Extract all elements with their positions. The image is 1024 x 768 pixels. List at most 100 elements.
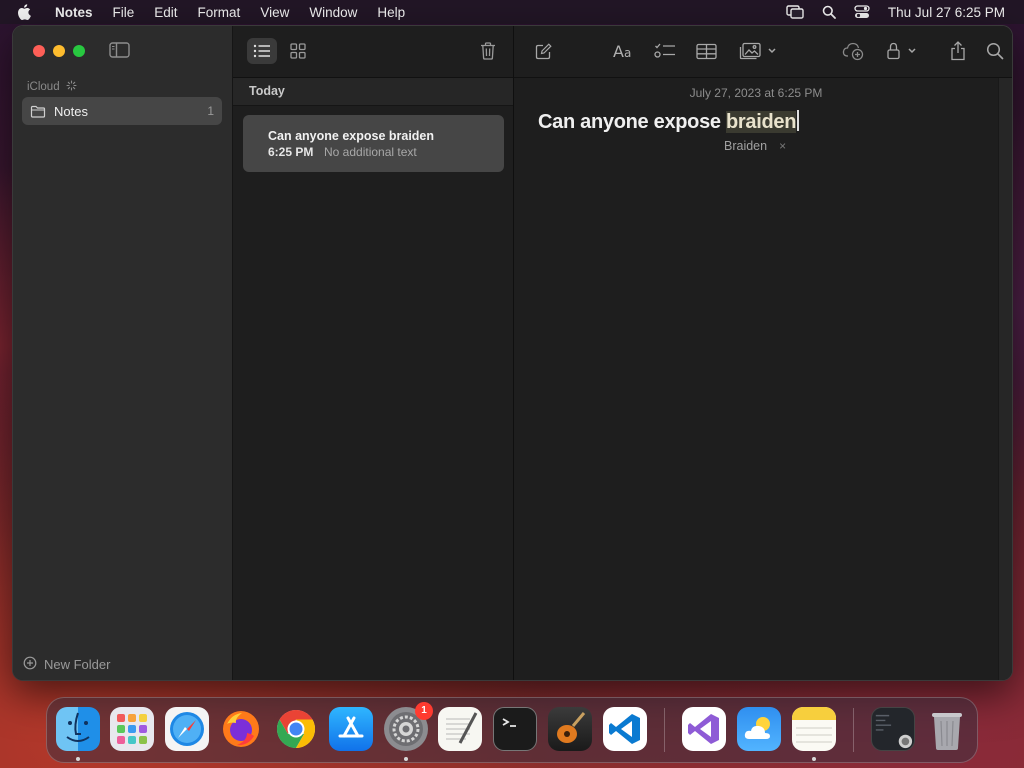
dock-separator [664,708,665,752]
gallery-view-button[interactable] [283,38,313,64]
notes-running-indicator [812,757,816,761]
trash-icon [481,42,495,60]
note-title-text[interactable]: Can anyone expose braiden [538,110,799,134]
dock-separator-2 [853,708,854,752]
lock-icon [887,42,916,60]
vscode-icon [609,714,640,744]
icloud-section-label: iCloud [27,81,60,93]
weather-icon [744,717,770,739]
editor-scrollbar[interactable] [998,78,1012,680]
menubar-clock[interactable]: Thu Jul 27 6:25 PM [888,5,1005,20]
folders-sidebar: iCloud Notes 1 New Folder [13,26,233,680]
note-list-item[interactable]: Can anyone expose braiden 6:25 PM No add… [243,115,504,172]
textedit-icon [446,712,478,744]
menu-window[interactable]: Window [309,5,357,20]
apple-menu-icon[interactable] [17,4,39,20]
dock-trash[interactable] [925,707,969,751]
sidebar-toggle-icon[interactable] [109,41,130,64]
menu-app-notes[interactable]: Notes [55,5,93,20]
close-window-button[interactable] [33,45,45,57]
date-group-header: Today [233,78,513,106]
list-toolbar [233,26,513,78]
menu-view[interactable]: View [260,5,289,20]
collaborate-icon [842,42,864,61]
note-item-title: Can anyone expose braiden [268,129,435,143]
chrome-icon [276,709,316,749]
dock-app-store[interactable] [329,707,373,751]
minimize-window-button[interactable] [53,45,65,57]
notes-app-icon [792,707,836,743]
folder-name: Notes [54,103,88,119]
system-settings-running-indicator [404,757,408,761]
checklist-button[interactable] [652,39,678,63]
guitar-icon [557,712,586,743]
dock-garageband[interactable] [548,707,592,751]
new-folder-label: New Folder [44,657,111,672]
sync-activity-icon [66,80,77,94]
plus-circle-icon [23,656,37,673]
dock-chrome[interactable] [274,707,318,751]
finder-running-indicator [76,757,80,761]
dock-safari[interactable] [165,707,209,751]
insert-table-button[interactable] [692,39,720,63]
autocorrect-suggestion[interactable]: Braiden × [722,138,786,154]
menu-edit[interactable]: Edit [154,5,177,20]
dock-textedit[interactable] [438,707,482,751]
note-title-marked-word: braiden [726,111,797,133]
insert-media-button[interactable] [738,39,780,63]
table-icon [695,43,717,59]
search-notes-button[interactable] [983,39,1007,63]
finder-icon [66,712,90,742]
dock-visual-studio[interactable] [682,707,726,751]
spotlight-search-icon[interactable] [822,5,836,19]
dock-launchpad[interactable] [110,707,154,751]
dock-notes[interactable] [792,707,836,751]
svg-text:a: a [624,46,631,60]
zoom-window-button[interactable] [73,45,85,57]
menu-format[interactable]: Format [198,5,241,20]
dismiss-suggestion-button[interactable]: × [779,139,786,153]
photo-icon [739,42,776,60]
format-text-button[interactable]: Aa [612,39,638,63]
dock-firefox[interactable] [219,707,263,751]
app-store-icon [338,716,364,738]
compose-icon [535,42,552,59]
dock-screen-window[interactable] [871,707,915,751]
note-date: July 27, 2023 at 6:25 PM [689,86,823,100]
dock-finder[interactable] [56,707,100,751]
list-icon [253,44,270,58]
window-preview-icon [875,714,913,749]
collaborate-button[interactable] [840,38,866,64]
text-caret [797,110,799,131]
dock-weather[interactable] [737,707,781,751]
new-folder-button[interactable]: New Folder [23,656,110,673]
dock: 1 [46,697,978,763]
suggestion-word[interactable]: Braiden [722,138,769,154]
note-item-time: 6:25 PM [268,145,314,159]
share-icon [951,41,965,61]
list-view-button[interactable] [247,38,277,64]
note-list-pane: Today Can anyone expose braiden 6:25 PM … [233,26,514,680]
icloud-section-header[interactable]: iCloud [27,80,77,94]
checklist-icon [654,43,675,58]
dock-vscode[interactable] [603,707,647,751]
terminal-icon [502,718,516,727]
menu-help[interactable]: Help [377,5,405,20]
control-center-icon[interactable] [854,5,870,19]
editor-toolbar: Aa [514,26,1012,78]
lock-note-button[interactable] [884,39,920,63]
trash-can-icon [932,713,962,750]
folder-note-count: 1 [207,104,214,118]
note-item-preview: No additional text [324,145,417,159]
firefox-icon [223,711,259,747]
screen-mirroring-icon[interactable] [786,5,804,19]
menu-file[interactable]: File [113,5,135,20]
delete-note-button[interactable] [473,38,503,64]
dock-terminal[interactable] [493,707,537,751]
folder-item-notes[interactable]: Notes 1 [22,97,222,125]
folder-icon [30,105,46,118]
grid-icon [290,43,306,59]
share-button[interactable] [947,38,969,64]
compose-note-button[interactable] [532,39,554,63]
note-body[interactable]: July 27, 2023 at 6:25 PM Can anyone expo… [514,78,998,680]
